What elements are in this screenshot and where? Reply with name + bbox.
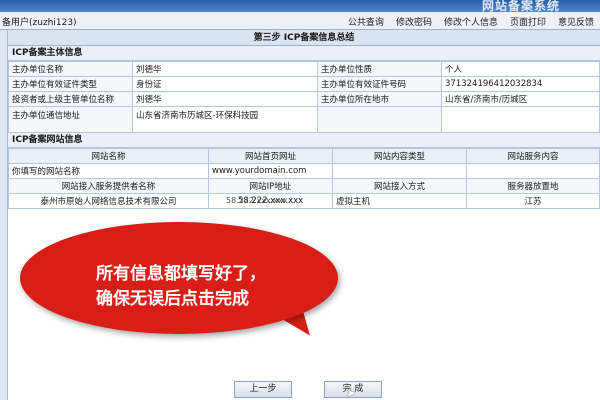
edit-profile-link[interactable]: 修改个人信息 xyxy=(444,15,498,28)
top-banner: 网站备案系统 xyxy=(0,0,600,13)
field-label: 主办单位有效证件号码 xyxy=(317,76,442,92)
table-header-row: 网站接入服务提供者名称 网站IP地址 网站接入方式 服务器放置地 xyxy=(8,178,600,194)
column-header: 网站接入方式 xyxy=(332,178,467,194)
column-header: 网站接入服务提供者名称 xyxy=(8,178,209,194)
field-label: 主办单位通信地址 xyxy=(8,106,133,133)
field-label: 主办单位有效证件类型 xyxy=(8,76,133,92)
site-name-cell: 你填写的网站名称 xyxy=(8,163,209,179)
table-row: 主办单位通信地址 山东省济南市历城区-环保科技园 xyxy=(8,106,600,133)
field-value: 山东省/济南市/历城区 xyxy=(441,91,600,107)
field-label: 投资者或上级主管单位名称 xyxy=(8,91,133,107)
column-header: 网站首页网址 xyxy=(208,148,333,164)
current-user-label: 备用户(zuzhi123) xyxy=(2,18,77,28)
column-header: 网站IP地址 xyxy=(208,178,333,194)
field-value: 371324196412032834 xyxy=(441,76,600,92)
public-query-link[interactable]: 公共查询 xyxy=(348,15,384,28)
toolbar-links: 公共查询 修改密码 修改个人信息 页面打印 意见反馈 xyxy=(348,15,594,28)
field-value: 身份证 xyxy=(132,76,318,92)
summary-panel: 第三步 ICP备案信息总结 ICP备案主体信息 主办单位名称 刘德华 主办单位性… xyxy=(8,30,600,400)
mouse-cursor-icon: ➤ xyxy=(346,386,357,400)
table-row: 主办单位有效证件类型 身份证 主办单位有效证件号码 37132419641203… xyxy=(8,76,600,92)
callout-text: 所有信息都填写好了， 确保无误后点击完成 xyxy=(96,262,266,312)
site-type-cell xyxy=(332,163,467,179)
user-toolbar: 备用户(zuzhi123) 公共查询 修改密码 修改个人信息 页面打印 意见反馈 xyxy=(0,12,600,30)
subject-info-table: 主办单位名称 刘德华 主办单位性质 个人 主办单位有效证件类型 身份证 主办单位… xyxy=(8,61,600,133)
field-value: 刘德华 xyxy=(132,61,318,77)
step-title: 第三步 ICP备案信息总结 xyxy=(8,30,600,46)
site-service-cell xyxy=(466,163,600,179)
site-url-cell: www.yourdomain.com xyxy=(208,163,333,179)
column-header: 服务器放置地 xyxy=(466,178,600,194)
field-label: 主办单位性质 xyxy=(317,61,442,77)
column-header: 网站服务内容 xyxy=(466,148,600,164)
field-label: 主办单位名称 xyxy=(8,61,133,77)
subject-section-title: ICP备案主体信息 xyxy=(8,46,600,61)
access-method-cell: 虚拟主机 xyxy=(332,193,467,209)
callout-line-1: 所有信息都填写好了， xyxy=(96,264,266,284)
table-row: 你填写的网站名称 www.yourdomain.com xyxy=(8,163,600,179)
field-label xyxy=(317,106,442,133)
callout-line-2: 确保无误后点击完成 xyxy=(96,289,249,309)
print-page-link[interactable]: 页面打印 xyxy=(510,15,546,28)
change-password-link[interactable]: 修改密码 xyxy=(396,15,432,28)
stray-ip-text: 58.222.xxx.xxx xyxy=(226,196,288,205)
site-section-title: ICP备案网站信息 xyxy=(8,133,600,148)
site-info-table: 网站名称 网站首页网址 网站内容类型 网站服务内容 你填写的网站名称 www.y… xyxy=(8,148,600,209)
column-header: 网站名称 xyxy=(8,148,209,164)
table-row: 泰州市原始人网络信息技术有限公司 58.222.xxx.xxx 虚拟主机 江苏 xyxy=(8,193,600,209)
feedback-link[interactable]: 意见反馈 xyxy=(558,15,594,28)
left-gutter xyxy=(0,30,8,400)
table-row: 主办单位名称 刘德华 主办单位性质 个人 xyxy=(8,61,600,77)
field-value xyxy=(441,106,600,133)
field-value: 刘德华 xyxy=(132,91,318,107)
table-header-row: 网站名称 网站首页网址 网站内容类型 网站服务内容 xyxy=(8,148,600,164)
table-row: 投资者或上级主管单位名称 刘德华 主办单位所在地市 山东省/济南市/历城区 xyxy=(8,91,600,107)
server-location-cell: 江苏 xyxy=(466,193,600,209)
field-value: 个人 xyxy=(441,61,600,77)
access-provider-cell: 泰州市原始人网络信息技术有限公司 xyxy=(8,193,209,209)
field-label: 主办单位所在地市 xyxy=(317,91,442,107)
field-value: 山东省济南市历城区-环保科技园 xyxy=(132,106,318,133)
column-header: 网站内容类型 xyxy=(332,148,467,164)
previous-step-button[interactable]: 上一步 xyxy=(234,381,292,398)
